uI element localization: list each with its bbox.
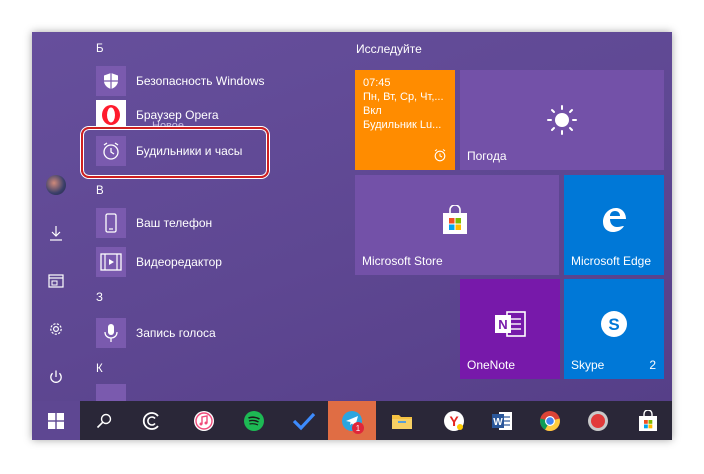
app-tile bbox=[96, 66, 126, 96]
folder-icon bbox=[392, 414, 412, 429]
onenote-tile[interactable]: N OneNote bbox=[460, 279, 560, 379]
app-item-video-editor[interactable]: Видеоредактор bbox=[96, 245, 326, 279]
tile-group-title: Исследуйте bbox=[356, 42, 422, 56]
alarm-days: Пн, Вт, Ср, Чт,... bbox=[363, 91, 444, 103]
svg-text:N: N bbox=[498, 317, 507, 332]
app-tile bbox=[96, 247, 126, 277]
svg-text:S: S bbox=[608, 315, 619, 334]
edge-icon bbox=[603, 208, 626, 232]
taskbar-app-chrome[interactable] bbox=[526, 401, 574, 440]
app-label: Безопасность Windows bbox=[136, 74, 265, 88]
alarm-name: Будильник Lu... bbox=[363, 119, 442, 131]
taskbar-app-recorder[interactable] bbox=[574, 401, 622, 440]
sun-icon bbox=[547, 105, 577, 135]
pictures-button[interactable] bbox=[40, 265, 72, 297]
store-bag-icon bbox=[639, 409, 657, 431]
app-list: Б Безопасность Windows Браузер Opera Нов… bbox=[80, 32, 350, 401]
app-item-your-phone[interactable]: Ваш телефон bbox=[96, 206, 326, 240]
taskbar-app-yandex-browser[interactable]: Y bbox=[430, 401, 478, 440]
edge-tile[interactable]: Microsoft Edge bbox=[564, 175, 664, 275]
store-tile[interactable]: Microsoft Store bbox=[355, 175, 559, 275]
avatar bbox=[46, 175, 66, 195]
power-button[interactable] bbox=[40, 361, 72, 393]
word-icon: W bbox=[492, 411, 512, 430]
weather-tile[interactable]: Погода bbox=[460, 70, 664, 170]
record-icon bbox=[588, 410, 608, 431]
app-status: Новое bbox=[152, 120, 185, 130]
skype-tile[interactable]: S Skype 2 bbox=[564, 279, 664, 379]
start-left-rail bbox=[32, 32, 80, 401]
user-account-button[interactable] bbox=[40, 169, 72, 201]
app-tile bbox=[96, 100, 126, 130]
section-header[interactable]: З bbox=[96, 292, 103, 304]
app-item-voice-recorder[interactable]: Запись голоса bbox=[96, 316, 326, 350]
app-item-windows-security[interactable]: Безопасность Windows bbox=[96, 64, 326, 98]
gear-icon bbox=[50, 323, 62, 335]
power-icon bbox=[50, 370, 62, 383]
section-header[interactable]: Б bbox=[96, 43, 104, 55]
alarm-status: Вкл bbox=[363, 105, 382, 117]
skype-notification-count: 2 bbox=[649, 358, 656, 372]
taskbar-app-file-explorer[interactable] bbox=[378, 401, 426, 440]
download-icon bbox=[50, 226, 62, 241]
spotify-icon bbox=[244, 410, 264, 431]
yandex-browser-icon: Y bbox=[444, 410, 464, 431]
app-label: Запись голоса bbox=[136, 326, 216, 340]
alarm-live-tile[interactable]: 07:45 Пн, Вт, Ср, Чт,... Вкл Будильник L… bbox=[355, 70, 455, 170]
app-item-partial[interactable] bbox=[96, 382, 326, 401]
section-header[interactable]: В bbox=[96, 185, 104, 197]
store-bag-icon bbox=[443, 205, 467, 234]
film-icon bbox=[100, 253, 122, 271]
weather-label: Погода bbox=[467, 149, 507, 163]
app-label: Ваш телефон bbox=[136, 216, 213, 230]
microphone-icon bbox=[104, 324, 118, 342]
cortana-button[interactable] bbox=[128, 401, 176, 440]
alarm-time: 07:45 bbox=[363, 77, 391, 89]
itunes-icon bbox=[194, 410, 214, 431]
section-header[interactable]: К bbox=[96, 363, 103, 375]
phone-icon bbox=[105, 213, 117, 233]
onenote-icon: N bbox=[495, 311, 526, 337]
app-tile bbox=[96, 136, 126, 166]
cortana-icon bbox=[142, 411, 159, 430]
app-tile bbox=[96, 384, 126, 401]
app-item-alarms-clock[interactable]: Будильники и часы bbox=[96, 134, 326, 168]
taskbar-app-itunes[interactable] bbox=[180, 401, 228, 440]
store-label: Microsoft Store bbox=[362, 254, 443, 268]
chrome-icon bbox=[540, 410, 560, 431]
search-button[interactable] bbox=[80, 401, 128, 440]
downloads-button[interactable] bbox=[40, 217, 72, 249]
search-icon bbox=[96, 413, 112, 428]
skype-icon: S bbox=[601, 311, 627, 337]
taskbar-app-word[interactable]: W bbox=[478, 401, 526, 440]
taskbar-app-store[interactable] bbox=[624, 401, 672, 440]
start-button[interactable] bbox=[32, 401, 80, 440]
shield-icon bbox=[104, 73, 118, 89]
settings-button[interactable] bbox=[40, 313, 72, 345]
todo-check-icon bbox=[292, 412, 316, 430]
taskbar-app-telegram[interactable]: 1 bbox=[328, 401, 376, 440]
pictures-icon bbox=[48, 274, 64, 288]
skype-label: Skype bbox=[571, 358, 605, 372]
taskbar: 1 Y W bbox=[32, 401, 672, 440]
app-item-opera[interactable]: Браузер Opera Новое bbox=[96, 98, 326, 132]
opera-icon bbox=[102, 105, 120, 125]
app-label: Будильники и часы bbox=[136, 144, 243, 158]
app-label: Видеоредактор bbox=[136, 255, 222, 269]
app-tile bbox=[96, 208, 126, 238]
onenote-label: OneNote bbox=[467, 358, 516, 372]
app-tile bbox=[96, 318, 126, 348]
windows-logo-icon bbox=[48, 412, 64, 429]
svg-text:W: W bbox=[493, 417, 503, 428]
edge-label: Microsoft Edge bbox=[571, 254, 652, 268]
taskbar-app-todo[interactable] bbox=[280, 401, 328, 440]
taskbar-app-spotify[interactable] bbox=[230, 401, 278, 440]
notification-badge: 1 bbox=[352, 422, 364, 434]
start-menu: Б Безопасность Windows Браузер Opera Нов… bbox=[32, 32, 672, 401]
alarm-clock-icon bbox=[434, 149, 446, 162]
alarm-clock-icon bbox=[103, 142, 119, 160]
